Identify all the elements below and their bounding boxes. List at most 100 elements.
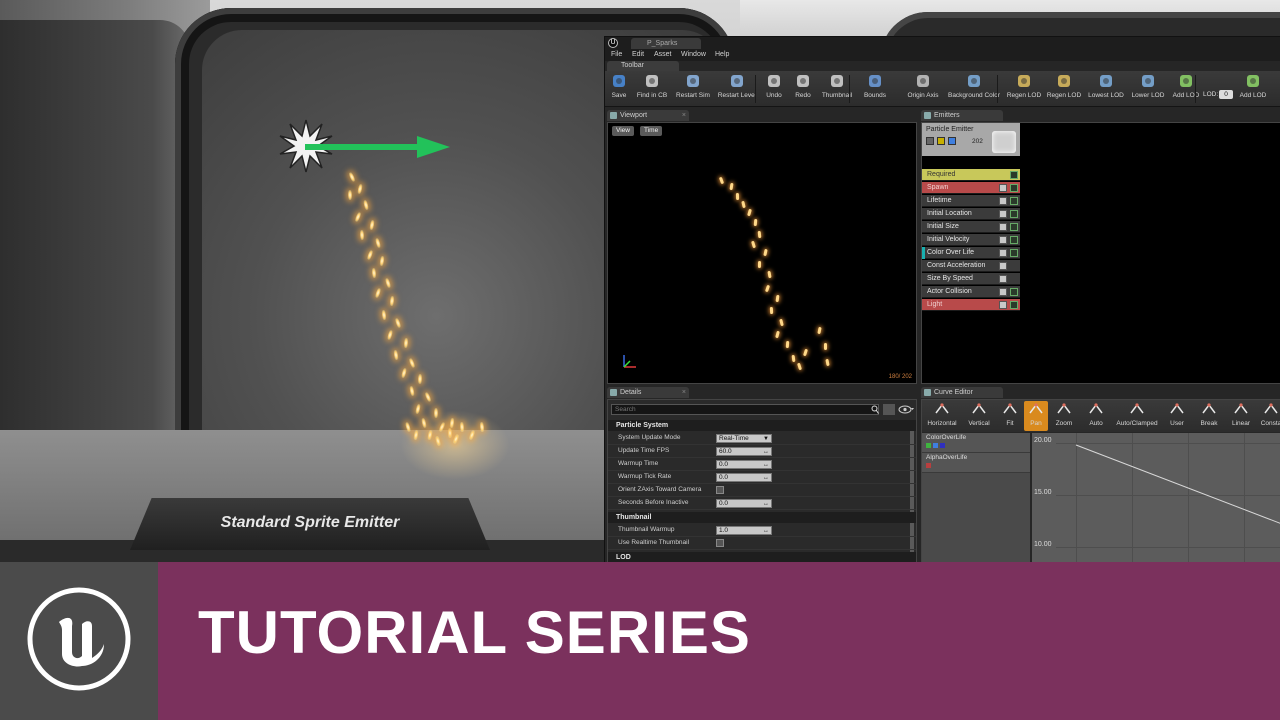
- curve-fit-button[interactable]: Fit: [998, 401, 1022, 431]
- emitter-enable-checkbox[interactable]: [926, 137, 934, 145]
- curve-vertical-button[interactable]: Vertical: [962, 401, 996, 431]
- details-search-input[interactable]: Search: [611, 404, 879, 415]
- module-enable-checkbox[interactable]: [999, 223, 1007, 231]
- menu-asset[interactable]: Asset: [654, 50, 672, 60]
- toolbar-redo-button[interactable]: Redo: [789, 73, 817, 105]
- module-size-by-speed[interactable]: Size By Speed: [922, 273, 1020, 285]
- toolbar-save-button[interactable]: Save: [607, 73, 631, 105]
- search-icon[interactable]: [871, 405, 879, 414]
- toolbar-restart-sim-button[interactable]: Restart Sim: [673, 73, 713, 105]
- property-number-input[interactable]: 0.0 ↔: [716, 499, 772, 508]
- curve-break-button[interactable]: Break: [1194, 401, 1224, 431]
- details-tab[interactable]: Details ×: [607, 387, 689, 398]
- module-enable-checkbox[interactable]: [999, 249, 1007, 257]
- close-icon[interactable]: ×: [682, 110, 686, 121]
- module-enable-checkbox[interactable]: [999, 275, 1007, 283]
- emitter-solo-icon[interactable]: [948, 137, 956, 145]
- curve-editor-tab[interactable]: Curve Editor: [921, 387, 1003, 398]
- module-curve-icon[interactable]: [1010, 301, 1018, 309]
- module-required[interactable]: Required: [922, 169, 1020, 181]
- curve-track-alphaoverlife[interactable]: AlphaOverLife: [922, 453, 1030, 473]
- menu-edit[interactable]: Edit: [632, 50, 644, 60]
- curve-graph[interactable]: 20.00 15.00 10.00: [1032, 433, 1280, 562]
- property-select[interactable]: Real-Time ▼: [716, 434, 772, 443]
- module-curve-icon[interactable]: [1010, 184, 1018, 192]
- module-initial-velocity[interactable]: Initial Velocity: [922, 234, 1020, 246]
- module-light[interactable]: Light: [922, 299, 1020, 311]
- toolbar-lower-lod-button[interactable]: Lower LOD: [1129, 73, 1167, 105]
- curve-line[interactable]: [1032, 433, 1280, 562]
- module-enable-checkbox[interactable]: [999, 210, 1007, 218]
- module-lifetime[interactable]: Lifetime: [922, 195, 1020, 207]
- module-enable-checkbox[interactable]: [999, 288, 1007, 296]
- toolbar-tab[interactable]: Toolbar: [607, 61, 679, 71]
- menu-file[interactable]: File: [611, 50, 622, 60]
- module-curve-icon[interactable]: [1010, 288, 1018, 296]
- curve-auto-clamped-button[interactable]: Auto/Clamped: [1114, 401, 1160, 431]
- curve-channel-toggle[interactable]: [926, 443, 931, 448]
- toolbar-background-color-button[interactable]: Background Color: [945, 73, 1003, 105]
- toolbar-add-lod-button[interactable]: Add LOD: [1169, 73, 1203, 105]
- module-curve-icon[interactable]: [1010, 236, 1018, 244]
- toolbar-restart-level-button[interactable]: Restart Level: [715, 73, 759, 105]
- curve-track-coloroverlife[interactable]: ColorOverLife: [922, 433, 1030, 453]
- curve-channel-toggle[interactable]: [940, 443, 945, 448]
- details-section-particle-system[interactable]: Particle System: [608, 420, 916, 431]
- toolbar-origin-axis-button[interactable]: Origin Axis: [903, 73, 943, 105]
- lod-spinbox[interactable]: 0: [1219, 90, 1233, 99]
- module-initial-location[interactable]: Initial Location: [922, 208, 1020, 220]
- module-curve-icon[interactable]: [1010, 223, 1018, 231]
- module-initial-size[interactable]: Initial Size: [922, 221, 1020, 233]
- module-enable-checkbox[interactable]: [999, 262, 1007, 270]
- module-actor-collision[interactable]: Actor Collision: [922, 286, 1020, 298]
- module-enable-checkbox[interactable]: [999, 197, 1007, 205]
- module-enable-checkbox[interactable]: [999, 184, 1007, 192]
- property-number-input[interactable]: 1.0 ↔: [716, 526, 772, 535]
- eye-icon[interactable]: [898, 404, 914, 415]
- menu-window[interactable]: Window: [681, 50, 706, 60]
- module-enable-checkbox[interactable]: [999, 301, 1007, 309]
- toolbar-bounds-button[interactable]: Bounds: [857, 73, 893, 105]
- property-number-input[interactable]: 0.0 ↔: [716, 460, 772, 469]
- property-number-input[interactable]: 0.0 ↔: [716, 473, 772, 482]
- view-button[interactable]: View: [612, 126, 634, 136]
- emitter-header[interactable]: Particle Emitter 202: [922, 123, 1020, 156]
- curve-consta-button[interactable]: Consta: [1258, 401, 1280, 431]
- details-section-lod[interactable]: LOD: [608, 552, 916, 562]
- time-button[interactable]: Time: [640, 126, 663, 136]
- curve-channel-toggle[interactable]: [933, 443, 938, 448]
- toolbar-add-lod-button[interactable]: Add LOD: [1235, 73, 1271, 105]
- toolbar-regen-lod-button[interactable]: Regen LOD: [1005, 73, 1043, 105]
- module-color-over-life[interactable]: Color Over Life: [922, 247, 1020, 259]
- close-icon[interactable]: ×: [682, 387, 686, 398]
- module-const-acceleration[interactable]: Const Acceleration: [922, 260, 1020, 272]
- property-checkbox[interactable]: [716, 486, 724, 494]
- curve-zoom-button[interactable]: Zoom: [1050, 401, 1078, 431]
- particle-viewport[interactable]: View Time 180/ 202: [607, 122, 917, 384]
- property-number-input[interactable]: 60.0 ↔: [716, 447, 772, 456]
- toolbar-find-in-cb-button[interactable]: Find in CB: [633, 73, 671, 105]
- module-curve-icon[interactable]: [1010, 249, 1018, 257]
- toolbar-undo-button[interactable]: Undo: [761, 73, 787, 105]
- toolbar-lowest-lod-button[interactable]: Lowest LOD: [1085, 73, 1127, 105]
- emitters-tab[interactable]: Emitters: [921, 110, 1003, 121]
- curve-horizontal-button[interactable]: Horizontal: [924, 401, 960, 431]
- module-curve-icon[interactable]: [1010, 210, 1018, 218]
- curve-linear-button[interactable]: Linear: [1226, 401, 1256, 431]
- module-enable-checkbox[interactable]: [999, 236, 1007, 244]
- curve-pan-button[interactable]: Pan: [1024, 401, 1048, 431]
- viewport-tab[interactable]: Viewport ×: [607, 110, 689, 121]
- module-curve-icon[interactable]: [1010, 171, 1018, 179]
- property-matrix-icon[interactable]: [883, 404, 895, 415]
- asset-tab[interactable]: P_Sparks: [631, 38, 701, 49]
- menu-help[interactable]: Help: [715, 50, 729, 60]
- curve-user-button[interactable]: User: [1162, 401, 1192, 431]
- curve-channel-toggle[interactable]: [926, 463, 931, 468]
- emitter-render-mode-icon[interactable]: [937, 137, 945, 145]
- property-checkbox[interactable]: [716, 539, 724, 547]
- module-spawn[interactable]: Spawn: [922, 182, 1020, 194]
- curve-auto-button[interactable]: Auto: [1080, 401, 1112, 431]
- module-curve-icon[interactable]: [1010, 197, 1018, 205]
- details-section-thumbnail[interactable]: Thumbnail: [608, 512, 916, 523]
- toolbar-regen-lod-button[interactable]: Regen LOD: [1045, 73, 1083, 105]
